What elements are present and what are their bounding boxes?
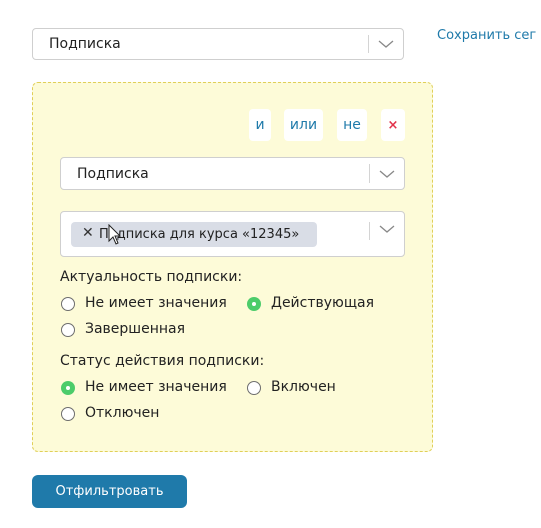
not-operator-button[interactable]: не	[337, 109, 367, 141]
status-option-enabled[interactable]: Включен	[271, 379, 336, 395]
save-segment-link[interactable]: Сохранить сег	[437, 28, 541, 43]
filter-button[interactable]: Отфильтровать	[32, 475, 187, 508]
chevron-down-icon[interactable]	[379, 169, 395, 179]
status-option-any[interactable]: Не имеет значения	[85, 379, 227, 395]
tag-remove-icon[interactable]: ✕	[82, 225, 94, 241]
and-operator-button[interactable]: и	[249, 109, 271, 141]
status-radio-disabled[interactable]	[61, 407, 75, 421]
chevron-down-icon[interactable]	[379, 224, 395, 234]
status-option-disabled[interactable]: Отключен	[85, 405, 159, 421]
remove-group-button[interactable]: ×	[381, 109, 405, 141]
tag-label: Подписка для курса «12345»	[99, 227, 300, 242]
select-divider	[368, 35, 369, 53]
chevron-down-icon[interactable]	[378, 39, 394, 49]
field-select[interactable]: Подписка	[60, 157, 405, 190]
relevance-radio-active[interactable]	[247, 297, 261, 311]
status-radio-any[interactable]	[61, 381, 75, 395]
segment-type-select-value: Подписка	[49, 36, 121, 52]
field-select-value: Подписка	[77, 165, 149, 182]
or-operator-button[interactable]: или	[284, 109, 323, 141]
status-radio-enabled[interactable]	[247, 381, 261, 395]
relevance-option-active[interactable]: Действующая	[271, 295, 374, 311]
mouse-cursor-icon	[108, 224, 122, 245]
status-label: Статус действия подписки:	[60, 353, 265, 369]
condition-group	[32, 82, 433, 452]
select-divider	[369, 164, 370, 183]
relevance-radio-completed[interactable]	[61, 323, 75, 337]
relevance-label: Актуальность подписки:	[60, 269, 243, 285]
select-divider	[369, 222, 370, 240]
relevance-radio-any[interactable]	[61, 297, 75, 311]
relevance-option-completed[interactable]: Завершенная	[85, 321, 185, 337]
relevance-option-any[interactable]: Не имеет значения	[85, 295, 227, 311]
segment-type-select[interactable]: Подписка	[32, 28, 404, 60]
